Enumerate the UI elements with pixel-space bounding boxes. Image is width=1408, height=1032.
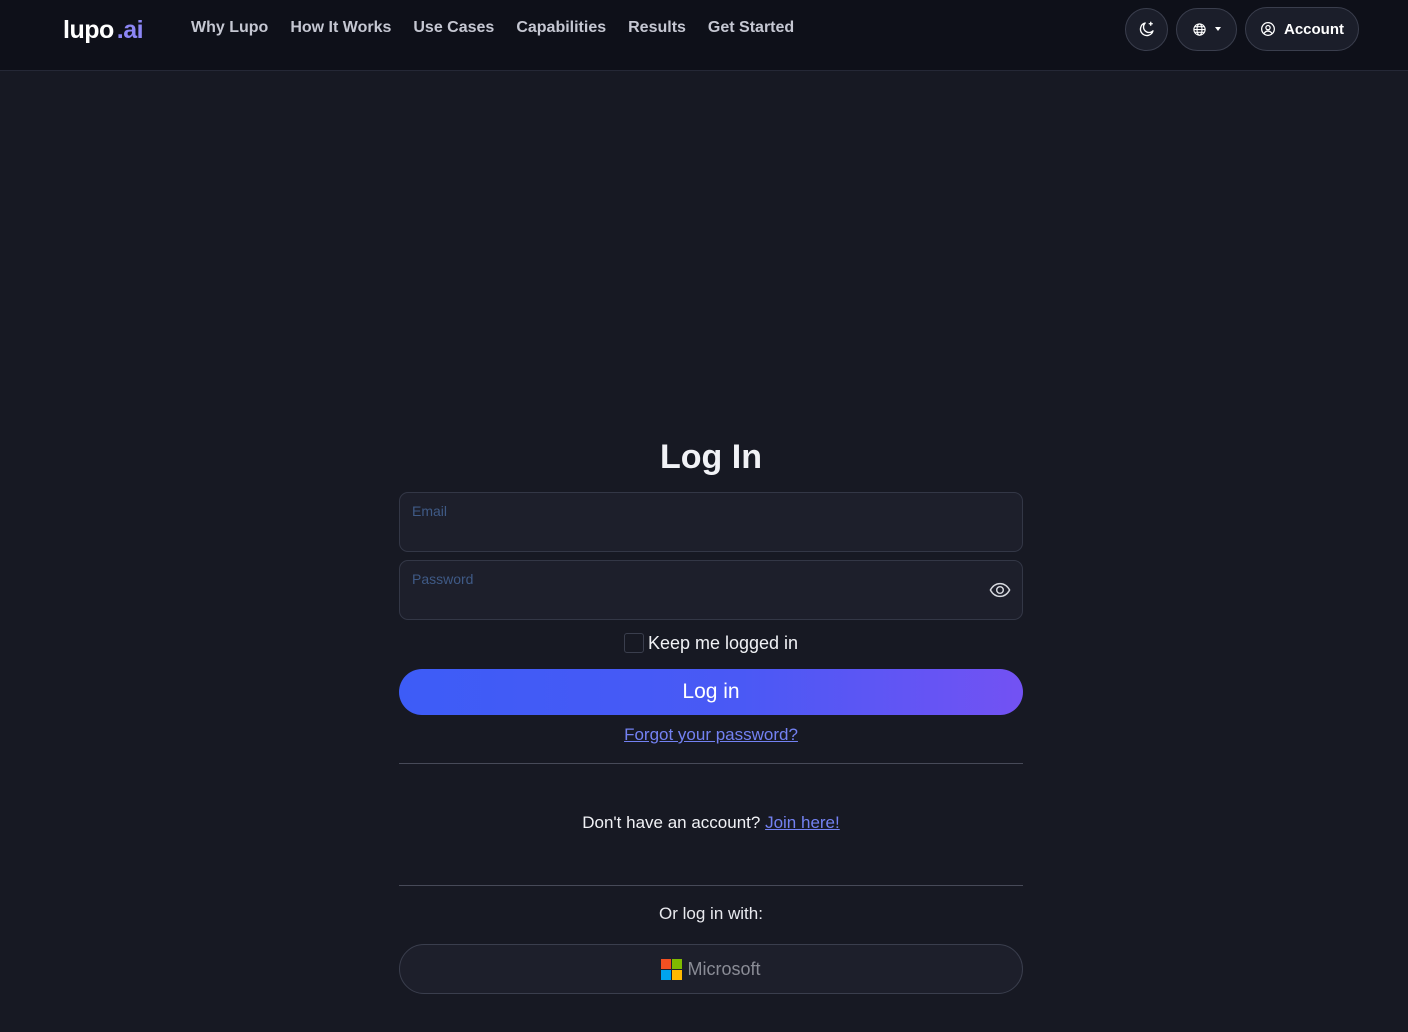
signup-prompt: Don't have an account? Join here! bbox=[399, 813, 1023, 835]
theme-toggle-button[interactable] bbox=[1125, 7, 1168, 51]
password-field[interactable]: Password bbox=[399, 560, 1023, 620]
forgot-password-link[interactable]: Forgot your password? bbox=[399, 725, 1023, 747]
email-field[interactable]: Email bbox=[399, 492, 1023, 552]
alt-login-prompt: Or log in with: bbox=[659, 904, 763, 923]
email-input[interactable] bbox=[412, 523, 992, 545]
signup-prompt-text: Don't have an account? bbox=[582, 813, 761, 832]
password-input[interactable] bbox=[412, 591, 992, 613]
microsoft-login-button[interactable]: Microsoft bbox=[399, 944, 1023, 994]
moon-icon bbox=[1139, 21, 1154, 37]
nav-actions: Account bbox=[1125, 7, 1359, 51]
nav-link-use-cases[interactable]: Use Cases bbox=[413, 19, 494, 37]
chevron-down-icon bbox=[1215, 27, 1221, 31]
keep-logged-in-checkbox[interactable] bbox=[623, 633, 644, 653]
divider bbox=[399, 763, 1023, 764]
nav-link-capabilities[interactable]: Capabilities bbox=[516, 19, 606, 37]
main-nav: Why Lupo How It Works Use Cases Capabili… bbox=[191, 19, 794, 37]
email-label: Email bbox=[412, 503, 448, 519]
login-form: Log In Email Password Keep me logged in … bbox=[399, 430, 1023, 994]
globe-icon bbox=[1193, 22, 1206, 36]
brand-logo[interactable]: lupo .ai bbox=[63, 16, 144, 45]
login-button[interactable]: Log in bbox=[399, 669, 1023, 715]
page-title: Log In bbox=[660, 438, 762, 476]
join-link[interactable]: Join here! bbox=[765, 813, 840, 832]
account-button[interactable]: Account bbox=[1245, 7, 1359, 51]
microsoft-logo-icon bbox=[661, 958, 683, 980]
top-navbar: lupo .ai Why Lupo How It Works Use Cases… bbox=[0, 0, 1408, 71]
divider bbox=[399, 885, 1023, 886]
keep-logged-in-row: Keep me logged in bbox=[399, 628, 1023, 658]
user-circle-icon bbox=[1261, 22, 1275, 36]
account-label: Account bbox=[1284, 20, 1344, 38]
nav-link-how-it-works[interactable]: How It Works bbox=[290, 19, 391, 37]
eye-icon[interactable] bbox=[989, 581, 1011, 599]
brand-suffix: .ai bbox=[116, 16, 144, 44]
nav-link-get-started[interactable]: Get Started bbox=[708, 19, 794, 37]
brand-name: lupo bbox=[63, 16, 114, 44]
language-select-button[interactable] bbox=[1176, 7, 1237, 51]
nav-link-why-lupo[interactable]: Why Lupo bbox=[191, 19, 268, 37]
password-label: Password bbox=[412, 571, 474, 587]
microsoft-label: Microsoft bbox=[687, 958, 761, 979]
nav-link-results[interactable]: Results bbox=[628, 19, 686, 37]
keep-logged-in-label[interactable]: Keep me logged in bbox=[648, 633, 798, 654]
